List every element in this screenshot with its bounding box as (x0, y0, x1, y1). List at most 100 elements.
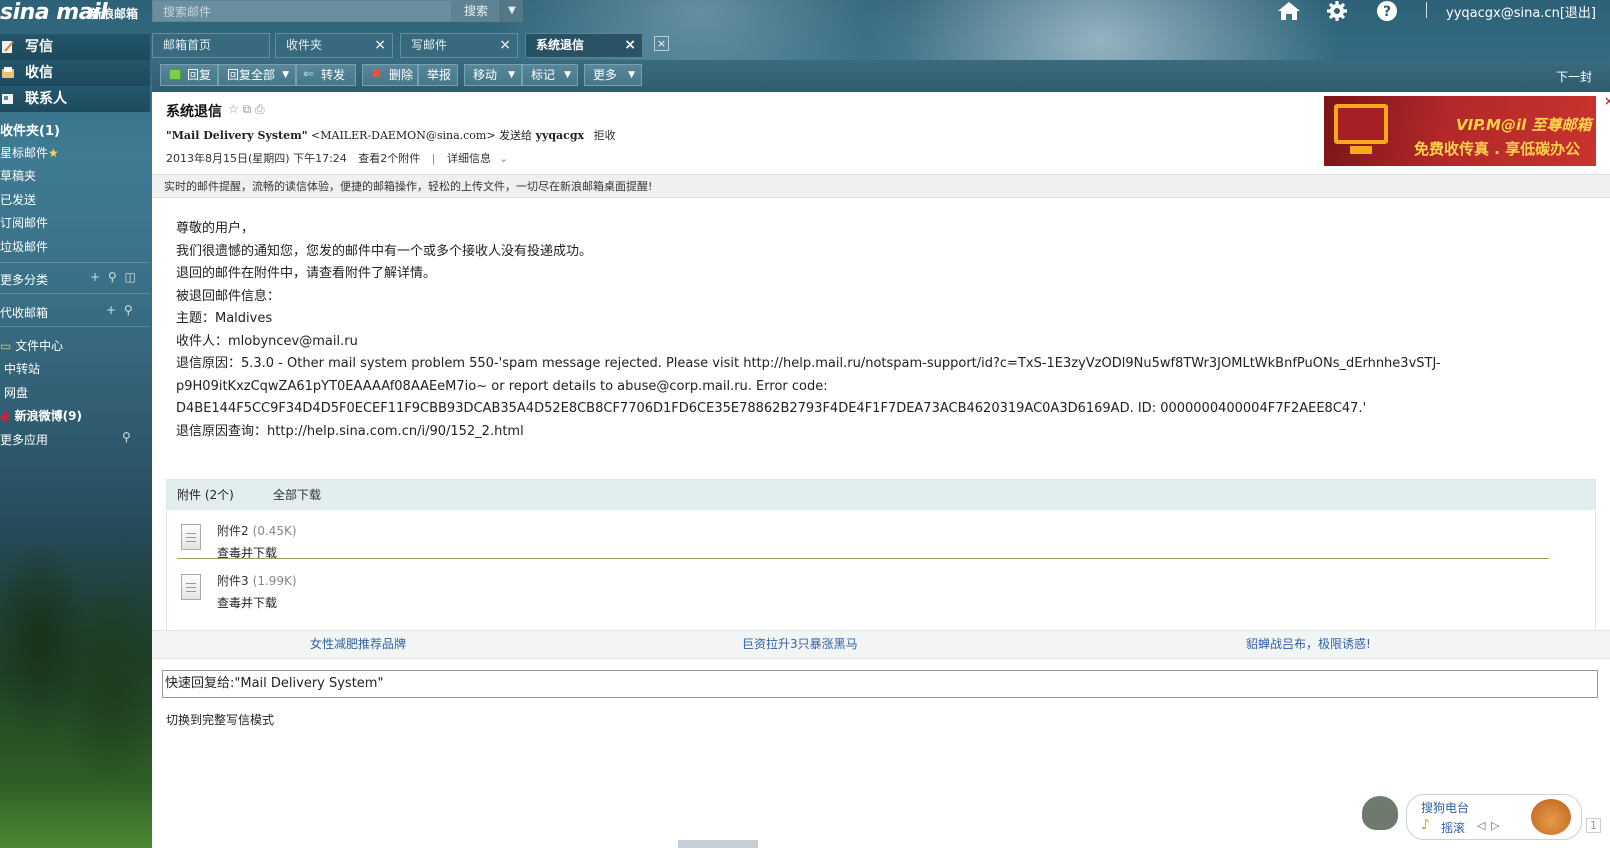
user-email: yyqacgx@sina.cn (1446, 6, 1560, 21)
tab-compose[interactable]: 写邮件 × (400, 33, 518, 58)
chevron-down-icon[interactable]: ▼ (282, 65, 289, 85)
reply-all-button[interactable]: 回复全部 ▼ (218, 64, 296, 86)
new-window-icon[interactable]: ⧉ (243, 102, 252, 116)
close-all-tabs-icon[interactable]: × (654, 36, 669, 51)
download-all-link[interactable]: 全部下载 (273, 480, 321, 510)
attachment-item: 附件3 (1.99K) 查毒并下载 (181, 568, 1581, 614)
details-link[interactable]: 详细信息 ⌄ (447, 152, 516, 165)
body-line: 被退回邮件信息： (176, 288, 281, 304)
compose-button[interactable]: 写信 (0, 34, 150, 60)
sidebar-item-starred[interactable]: 星标邮件★ (0, 144, 59, 161)
sogou-radio-widget: 搜狗电台 ♪ 摇滚 ◁ ▷ (1406, 794, 1582, 840)
logout-link[interactable]: [退出] (1560, 6, 1596, 21)
attachment-name[interactable]: 附件3 (1.99K) (217, 572, 297, 589)
search-button[interactable]: 搜索 (452, 0, 500, 22)
gear-icon[interactable] (1324, 0, 1350, 22)
add-icon[interactable]: + (90, 270, 100, 284)
ad-headline: VIP.M@il 至尊邮箱 (1456, 116, 1592, 134)
previous-track-icon[interactable]: ◁ (1477, 819, 1485, 832)
close-icon[interactable]: × (374, 34, 386, 57)
sender-name[interactable]: "Mail Delivery System" (166, 129, 308, 142)
sidebar-item-drafts[interactable]: 草稿夹 (0, 167, 36, 184)
search-options-dropdown[interactable]: ▼ (500, 0, 523, 22)
attachment-size: (1.99K) (252, 574, 297, 588)
report-label: 举报 (427, 68, 452, 82)
print-icon[interactable]: ⎙ (255, 102, 265, 116)
bear-mascot-icon[interactable] (1531, 799, 1571, 835)
proxy-mailbox[interactable]: 代收邮箱 (0, 304, 48, 321)
reject-sender-link[interactable]: 拒收 (594, 129, 616, 142)
mail-header: 系统退信 ☆ ⧉ ⎙ "Mail Delivery System" <MAILE… (152, 92, 1610, 174)
sidebar-item-label: 星标邮件 (0, 146, 49, 160)
radio-robot-icon[interactable] (1362, 796, 1398, 830)
report-button[interactable]: 举报 (418, 64, 458, 86)
tab-mailbox-home[interactable]: 邮箱首页 (152, 33, 270, 58)
switch-to-full-compose-link[interactable]: 切换到完整写信模式 (166, 711, 274, 728)
monitor-stand-icon (1350, 146, 1372, 154)
close-icon[interactable]: × (499, 34, 511, 57)
body-line: D4BE144F5CC9F34D4D5F0ECEF11F9CBB93DCAB35… (176, 401, 1367, 416)
mark-button[interactable]: 标记 ▼ (522, 64, 578, 86)
ad-link[interactable]: 女性减肥推荐品牌 (310, 631, 406, 658)
more-categories[interactable]: 更多分类 (0, 271, 48, 288)
scan-and-download-link[interactable]: 查毒并下载 (217, 594, 277, 611)
forward-label: 转发 (321, 68, 346, 82)
help-icon[interactable]: ? (1374, 0, 1400, 22)
tab-bounce-mail[interactable]: 系统退信 × (525, 33, 643, 58)
delete-button[interactable]: ✖ 删除 (362, 64, 418, 86)
forward-button[interactable]: ⇐ 转发 (296, 64, 356, 86)
star-outline-icon[interactable]: ☆ (228, 102, 239, 116)
contacts-button[interactable]: 联系人 (0, 86, 150, 112)
attachment-filename: 附件2 (217, 524, 249, 538)
bounce-help-link[interactable]: http://help.sina.com.cn/i/90/152_2.html (267, 424, 524, 439)
from-line: "Mail Delivery System" <MAILER-DAEMON@si… (166, 127, 616, 143)
radio-count: 1 (1586, 818, 1601, 833)
radio-genre[interactable]: 摇滚 (1441, 819, 1465, 836)
file-icon (181, 524, 201, 550)
home-icon[interactable] (1276, 0, 1302, 22)
next-mail-link[interactable]: 下一封 (1556, 68, 1592, 85)
desktop-reminder-tip[interactable]: 实时的邮件提醒，流畅的读信体验，便捷的邮箱操作，轻松的上传文件，一切尽在新浪邮箱… (152, 174, 1610, 198)
sidebar-item-more-apps[interactable]: 更多应用 (0, 431, 48, 448)
delete-icon: ✖ (371, 67, 382, 82)
close-icon[interactable]: × (624, 34, 636, 57)
mail-body: 尊敬的用户， 我们很遗憾的通知您，您发的邮件中有一个或多个接收人没有投递成功。 … (176, 218, 1576, 443)
reply-button[interactable]: 回复 (160, 64, 218, 86)
sina-mail-logo[interactable]: sina mail 新浪邮箱 (0, 0, 150, 25)
chevron-down-icon: ▼ (564, 70, 571, 80)
vip-mail-ad-banner[interactable]: VIP.M@il 至尊邮箱 免费收传真 . 享低碳办公 (1324, 96, 1596, 166)
tab-inbox[interactable]: 收件夹 × (275, 33, 393, 58)
sidebar-item-weibo[interactable]: ◉ 新浪微博(9) (0, 407, 82, 424)
manage-icon[interactable]: ◫ (125, 270, 136, 284)
more-button[interactable]: 更多 ▼ (584, 64, 642, 86)
inbox-label: 收信 (25, 65, 53, 81)
inbox-button[interactable]: 收信 (0, 60, 150, 86)
sidebar-item-file-center[interactable]: ▭ 文件中心 (0, 337, 63, 354)
folders-section-title[interactable]: 收件夹(1) (0, 120, 60, 139)
search-input[interactable]: 搜索邮件 (152, 0, 452, 22)
ad-link[interactable]: 巨资拉升3只暴涨黑马 (742, 631, 858, 658)
quick-reply-input[interactable]: 快速回复给:"Mail Delivery System" (162, 670, 1598, 698)
contacts-icon (2, 94, 13, 104)
sidebar-item-netdisk[interactable]: 网盘 (4, 384, 28, 401)
close-icon[interactable]: × (1604, 95, 1610, 107)
view-attachments-link[interactable]: 查看2个附件 (358, 152, 420, 165)
sidebar-item-sent[interactable]: 已发送 (0, 191, 36, 208)
more-apps-settings-icon[interactable]: ⚲ (122, 430, 131, 444)
sidebar-item-subscriptions[interactable]: 订阅邮件 (0, 214, 48, 231)
next-track-icon[interactable]: ▷ (1491, 819, 1499, 832)
ad-link[interactable]: 貂蝉战吕布，极限诱惑! (1246, 631, 1371, 658)
radio-title[interactable]: 搜狗电台 (1421, 799, 1469, 816)
mail-subject: 系统退信 (166, 104, 222, 120)
attachment-name[interactable]: 附件2 (0.45K) (217, 522, 297, 539)
settings-wrench-icon[interactable]: ⚲ (108, 270, 117, 284)
move-button[interactable]: 移动 ▼ (464, 64, 522, 86)
attachments-panel: 附件 (2个) 全部下载 附件2 (0.45K) 查毒并下载 附件3 (1.99K)… (166, 479, 1596, 631)
recipient-name[interactable]: yyqacgx (536, 129, 585, 142)
settings-wrench-icon[interactable]: ⚲ (124, 303, 133, 317)
ad-links-row: 女性减肥推荐品牌 巨资拉升3只暴涨黑马 貂蝉战吕布，极限诱惑! (152, 630, 1610, 659)
sidebar-item-transfer[interactable]: 中转站 (4, 360, 40, 377)
add-icon[interactable]: + (106, 303, 116, 317)
music-note-icon: ♪ (1421, 817, 1430, 833)
sidebar-item-spam[interactable]: 垃圾邮件 (0, 238, 48, 255)
